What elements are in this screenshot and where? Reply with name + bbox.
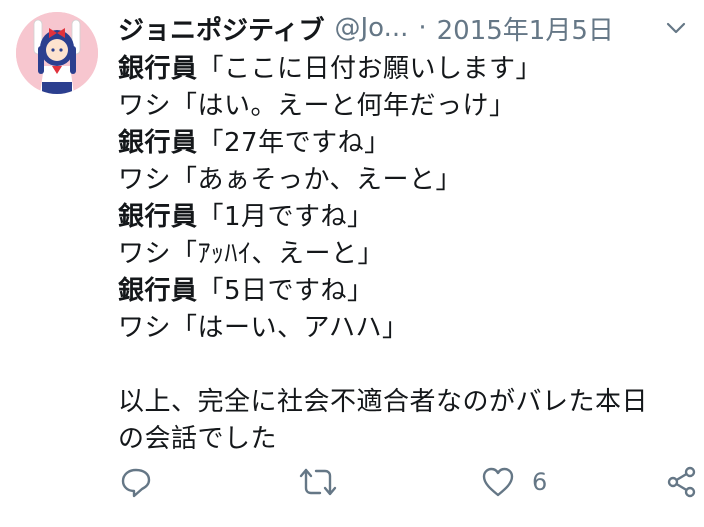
dialogue-line: ワシ「ｱｯﾊｲ、えーと」 xyxy=(118,236,688,273)
like-button[interactable]: 6 xyxy=(480,462,547,502)
avatar-image xyxy=(16,12,98,94)
author-handle[interactable]: @Jo... xyxy=(334,13,408,43)
line-text: ワシ「はい。えーと何年だっけ」 xyxy=(118,91,516,121)
tweet-header: ジョニポジティブ @Jo... · 2015年1月5日 xyxy=(118,10,640,46)
line-text: ワシ「あぁそっか、えーと」 xyxy=(118,165,462,195)
tweet-menu-button[interactable] xyxy=(664,16,688,40)
line-text: 「27年ですね」 xyxy=(197,128,391,158)
retweet-button[interactable] xyxy=(298,462,338,502)
tweet: ジョニポジティブ @Jo... · 2015年1月5日 銀行員「ここに日付お願い… xyxy=(0,0,704,527)
heart-icon xyxy=(482,467,514,497)
speaker-label: 銀行員 xyxy=(118,128,198,158)
dialogue-line: ワシ「はい。えーと何年だっけ」 xyxy=(118,88,688,125)
line-text: ワシ「はーい、アハハ」 xyxy=(118,313,409,343)
dialogue-line: ワシ「あぁそっか、えーと」 xyxy=(118,162,688,199)
avatar[interactable] xyxy=(16,12,98,94)
closing-line: の会話でした xyxy=(118,424,278,454)
line-text: ワシ「ｱｯﾊｲ、えーと」 xyxy=(118,239,385,269)
chevron-down-icon xyxy=(666,22,686,34)
share-icon xyxy=(667,466,696,498)
reply-button[interactable] xyxy=(118,462,154,502)
like-count: 6 xyxy=(532,468,548,496)
speaker-label: 銀行員 xyxy=(118,54,198,84)
header-separator: · xyxy=(418,13,427,43)
dialogue-line: 銀行員「ここに日付お願いします」 xyxy=(118,51,688,88)
dialogue-line: 銀行員「5日ですね」 xyxy=(118,273,688,310)
line-text: 「1月ですね」 xyxy=(197,202,374,232)
dialogue-line: 銀行員「1月ですね」 xyxy=(118,199,688,236)
reply-icon xyxy=(121,468,151,498)
retweet-icon xyxy=(299,468,337,496)
author-name[interactable]: ジョニポジティブ xyxy=(118,10,324,46)
tweet-actions: 6 xyxy=(118,462,704,502)
line-text: 「5日ですね」 xyxy=(197,276,374,306)
share-button[interactable] xyxy=(664,462,700,502)
closing-line: 以上、完全に社会不適合者なのがバレた本日 xyxy=(118,387,649,417)
dialogue-line: 銀行員「27年ですね」 xyxy=(118,125,688,162)
speaker-label: 銀行員 xyxy=(118,276,198,306)
dialogue-line: ワシ「はーい、アハハ」 xyxy=(118,310,688,347)
line-text: 「ここに日付お願いします」 xyxy=(197,54,543,84)
tweet-date[interactable]: 2015年1月5日 xyxy=(437,10,614,46)
tweet-text: 銀行員「ここに日付お願いします」 ワシ「はい。えーと何年だっけ」 銀行員「27年… xyxy=(118,51,688,458)
speaker-label: 銀行員 xyxy=(118,202,198,232)
